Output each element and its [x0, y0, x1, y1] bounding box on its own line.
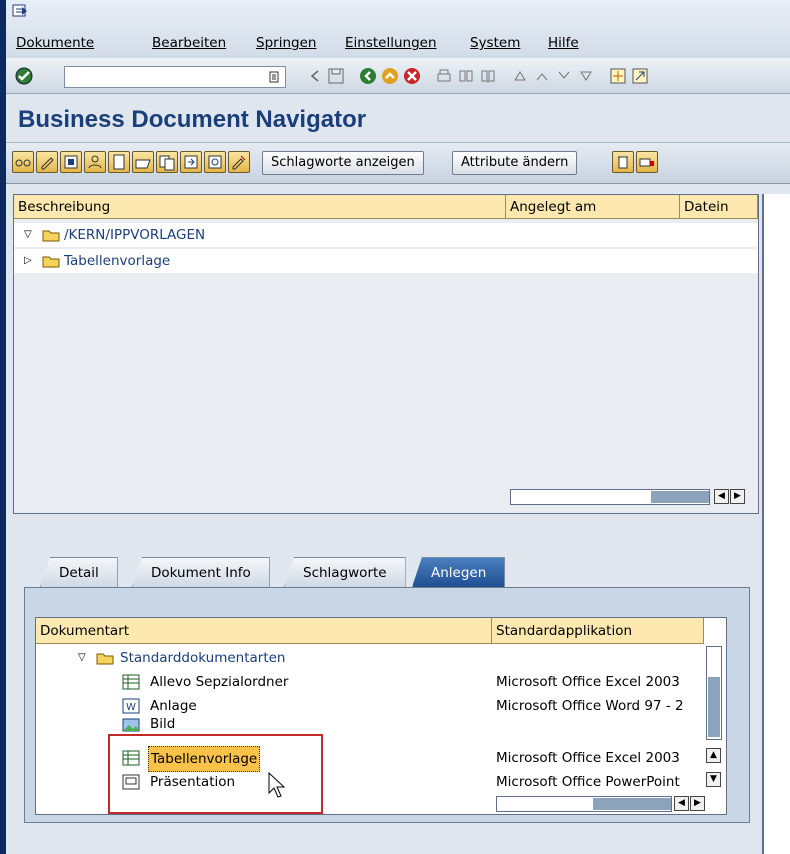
menu-icon[interactable]	[12, 4, 28, 18]
attribute-aendern-button[interactable]: Attribute ändern	[452, 151, 578, 175]
scroll-right-icon[interactable]: ▶	[690, 796, 705, 811]
pencil-icon[interactable]	[36, 151, 58, 173]
column-datein[interactable]: Datein	[680, 195, 758, 219]
page-title: Business Document Navigator	[18, 106, 367, 133]
prev-page-icon[interactable]	[532, 66, 552, 86]
doc-row-name: Anlage	[150, 698, 197, 714]
doc-hscrollbar[interactable]	[496, 796, 672, 812]
highlight-box	[108, 734, 323, 814]
menu-dokumente[interactable]: Dokumente	[16, 35, 94, 51]
edit-note-icon[interactable]	[228, 151, 250, 173]
copy-icon[interactable]	[156, 151, 178, 173]
print-icon[interactable]	[434, 66, 454, 86]
back-arrow-icon[interactable]	[306, 66, 326, 86]
word-icon: W	[122, 698, 140, 714]
svg-text:W: W	[126, 702, 136, 713]
new-session-icon[interactable]	[608, 66, 628, 86]
doc-row-app: Microsoft Office Excel 2003	[496, 674, 680, 690]
tab-schlagworte[interactable]: Schlagworte	[284, 557, 406, 587]
back-icon[interactable]	[358, 66, 378, 86]
save-icon[interactable]	[326, 66, 346, 86]
folder-icon	[42, 256, 60, 268]
collapse-icon[interactable]: ▽	[78, 646, 86, 670]
next-page-icon[interactable]	[554, 66, 574, 86]
menu-hilfe[interactable]: Hilfe	[548, 35, 579, 51]
doc-row[interactable]: Allevo Sepzialordner Microsoft Office Ex…	[36, 670, 726, 694]
doc-row-name: Bild	[150, 718, 176, 732]
folder-open-icon	[96, 653, 114, 665]
delete-icon[interactable]	[612, 151, 634, 173]
tab-dokument-info[interactable]: Dokument Info	[132, 557, 270, 587]
menu-bearbeiten[interactable]: Bearbeiten	[152, 35, 226, 51]
first-page-icon[interactable]	[510, 66, 530, 86]
doc-row-app: Microsoft Office Word 97 - 2	[496, 698, 684, 714]
scroll-left-icon[interactable]: ◀	[714, 489, 729, 504]
enter-icon[interactable]	[14, 66, 34, 86]
cancel-icon[interactable]	[402, 66, 422, 86]
tree-row-root[interactable]: ▽ /KERN/IPPVORLAGEN	[14, 223, 758, 247]
column-dokumentart[interactable]: Dokumentart	[36, 618, 492, 644]
tree-child-label: Tabellenvorlage	[64, 253, 171, 269]
image-icon	[122, 718, 140, 732]
system-toolbar	[6, 58, 790, 94]
doc-row[interactable]: Bild	[36, 718, 726, 732]
column-angelegt-am[interactable]: Angelegt am	[506, 195, 680, 219]
doc-row-name: Allevo Sepzialordner	[150, 674, 289, 690]
tree-row-child[interactable]: ▷ Tabellenvorlage	[14, 249, 758, 273]
doc-row[interactable]: W Anlage Microsoft Office Word 97 - 2	[36, 694, 726, 718]
doc-row-app: Microsoft Office PowerPoint	[496, 774, 680, 790]
shortcut-icon[interactable]	[630, 66, 650, 86]
right-panel	[762, 194, 790, 854]
tab-anlegen[interactable]: Anlegen	[412, 557, 506, 587]
find-next-icon[interactable]	[478, 66, 498, 86]
excel-icon	[122, 674, 140, 690]
command-field[interactable]	[64, 66, 286, 88]
glasses-icon[interactable]	[12, 151, 34, 173]
tree-root-label: /KERN/IPPVORLAGEN	[64, 227, 206, 243]
exit-icon[interactable]	[380, 66, 400, 86]
open-icon[interactable]	[132, 151, 154, 173]
scroll-left-icon[interactable]: ◀	[674, 796, 689, 811]
tree-hscrollbar[interactable]	[510, 489, 710, 505]
last-page-icon[interactable]	[576, 66, 596, 86]
column-beschreibung[interactable]: Beschreibung	[14, 195, 506, 219]
refresh-icon[interactable]	[204, 151, 226, 173]
new-document-icon[interactable]	[108, 151, 130, 173]
transport-icon[interactable]	[636, 151, 658, 173]
find-icon[interactable]	[456, 66, 476, 86]
scroll-up-icon[interactable]: ▲	[706, 748, 721, 763]
menu-springen[interactable]: Springen	[256, 35, 316, 51]
doc-row-app: Microsoft Office Excel 2003	[496, 750, 680, 766]
folder-open-icon	[42, 230, 60, 242]
import-icon[interactable]	[180, 151, 202, 173]
history-icon[interactable]	[269, 71, 279, 83]
menu-einstellungen[interactable]: Einstellungen	[345, 35, 437, 51]
doc-vscrollbar[interactable]	[706, 646, 722, 740]
scroll-down-icon[interactable]: ▼	[706, 772, 721, 787]
column-standardapplikation[interactable]: Standardapplikation	[492, 618, 704, 644]
scroll-right-icon[interactable]: ▶	[730, 489, 745, 504]
document-tree: Beschreibung Angelegt am Datein ▽ /KERN/…	[13, 194, 759, 514]
collapse-icon[interactable]: ▽	[24, 223, 32, 247]
tab-detail[interactable]: Detail	[40, 557, 118, 587]
schlagworte-anzeigen-button[interactable]: Schlagworte anzeigen	[262, 151, 424, 175]
display-icon[interactable]	[60, 151, 82, 173]
doc-group-label: Standarddokumentarten	[120, 650, 286, 666]
expand-icon[interactable]: ▷	[24, 249, 32, 273]
user-icon[interactable]	[84, 151, 106, 173]
menu-system[interactable]: System	[470, 35, 520, 51]
mouse-cursor-icon	[268, 772, 286, 798]
doc-group-row[interactable]: ▽ Standarddokumentarten	[36, 646, 726, 670]
